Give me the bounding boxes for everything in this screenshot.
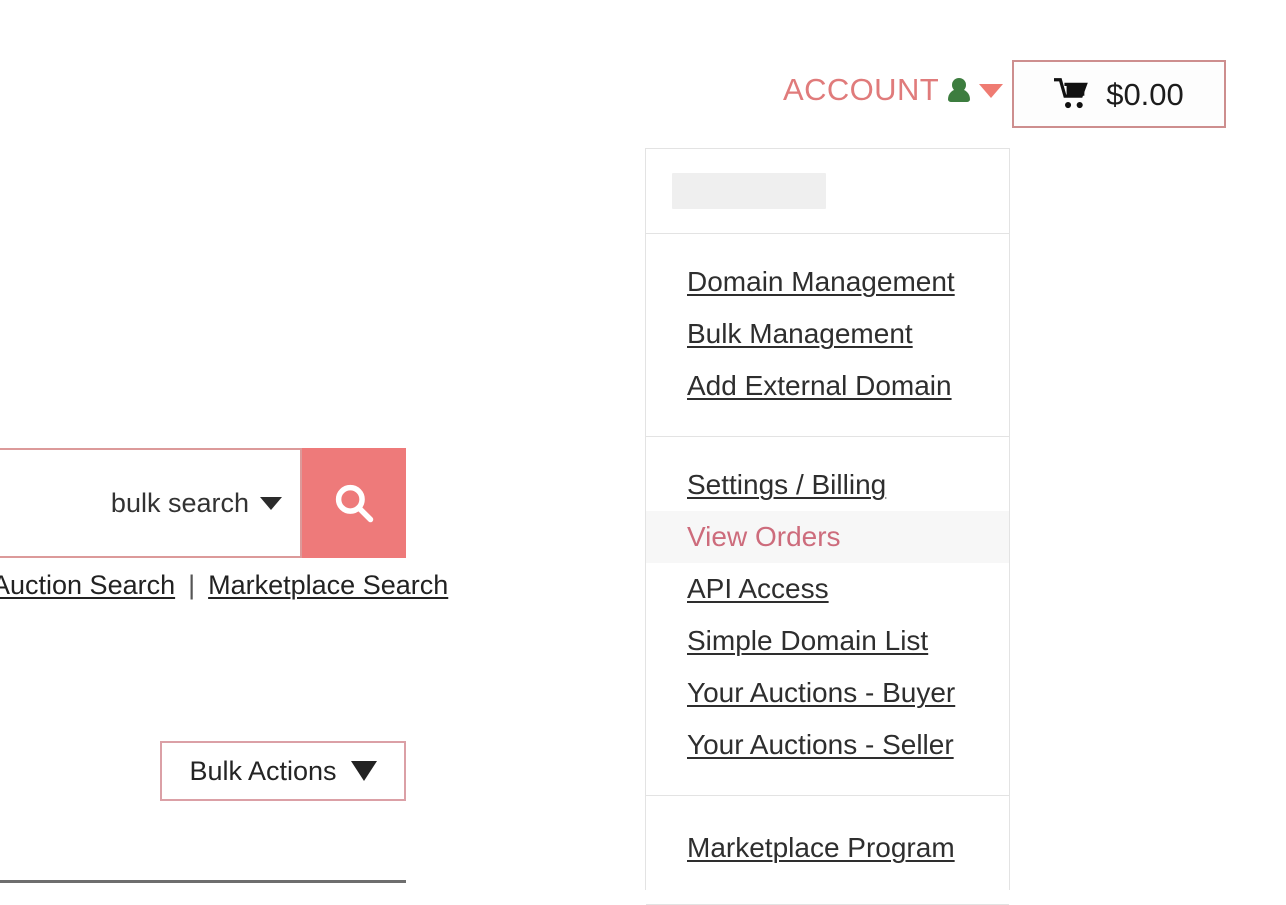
caret-down-icon bbox=[260, 496, 282, 510]
caret-down-icon bbox=[350, 761, 377, 781]
menu-item-view-orders[interactable]: View Orders bbox=[646, 511, 1009, 563]
menu-item-settings-billing[interactable]: Settings / Billing bbox=[646, 459, 1009, 511]
search-icon bbox=[335, 484, 374, 523]
link-separator: | bbox=[188, 570, 196, 600]
account-menu-trigger[interactable]: ACCOUNT bbox=[783, 72, 1004, 107]
menu-item-domain-management[interactable]: Domain Management bbox=[646, 256, 1009, 308]
account-menu-label: ACCOUNT bbox=[783, 72, 940, 107]
dropdown-header-section bbox=[646, 149, 1009, 234]
menu-item-api-access[interactable]: API Access bbox=[646, 563, 1009, 615]
account-dropdown-panel: Domain Management Bulk Management Add Ex… bbox=[645, 148, 1010, 905]
person-icon bbox=[948, 77, 971, 103]
bulk-actions-label: Bulk Actions bbox=[189, 755, 337, 786]
content-divider bbox=[0, 880, 406, 883]
page-header: ACCOUNT $0.00 bbox=[0, 0, 1286, 148]
menu-item-add-external-domain[interactable]: Add External Domain bbox=[646, 360, 1009, 412]
search-input[interactable]: bulk search bbox=[0, 448, 302, 558]
dropdown-group-marketplace: Marketplace Program bbox=[646, 796, 1009, 905]
search-type-links: Auction Search | Marketplace Search bbox=[0, 570, 448, 601]
loading-skeleton-placeholder bbox=[672, 173, 826, 209]
menu-item-marketplace-program[interactable]: Marketplace Program bbox=[646, 822, 1009, 874]
bulk-actions-button[interactable]: Bulk Actions bbox=[160, 741, 406, 801]
search-mode-dropdown[interactable]: bulk search bbox=[110, 487, 282, 518]
search-bar: bulk search bbox=[0, 448, 406, 558]
search-mode-label: bulk search bbox=[110, 487, 249, 518]
dropdown-group-account: Settings / Billing View Orders API Acces… bbox=[646, 437, 1009, 796]
shopping-cart-icon bbox=[1054, 78, 1089, 109]
dropdown-group-domains: Domain Management Bulk Management Add Ex… bbox=[646, 234, 1009, 437]
cart-total: $0.00 bbox=[1106, 76, 1184, 112]
menu-item-bulk-management[interactable]: Bulk Management bbox=[646, 308, 1009, 360]
search-submit-button[interactable] bbox=[302, 448, 406, 558]
cart-button[interactable]: $0.00 bbox=[1012, 60, 1226, 128]
caret-down-icon bbox=[979, 84, 1004, 98]
link-marketplace-search[interactable]: Marketplace Search bbox=[208, 570, 448, 601]
menu-item-simple-domain-list[interactable]: Simple Domain List bbox=[646, 615, 1009, 667]
menu-item-your-auctions-seller[interactable]: Your Auctions - Seller bbox=[646, 719, 1009, 771]
link-auction-search[interactable]: Auction Search bbox=[0, 570, 175, 601]
menu-item-your-auctions-buyer[interactable]: Your Auctions - Buyer bbox=[646, 667, 1009, 719]
